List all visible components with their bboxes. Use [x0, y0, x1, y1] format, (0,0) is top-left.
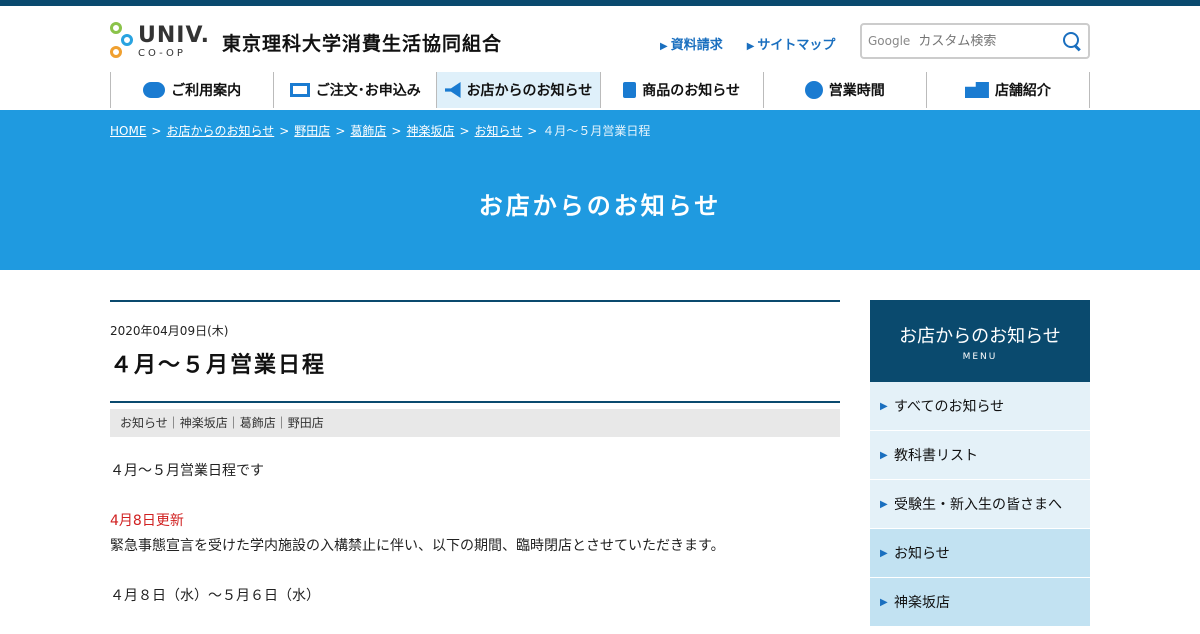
search-icon[interactable]: [1062, 31, 1082, 51]
breadcrumb-news[interactable]: お知らせ: [475, 124, 523, 138]
request-materials-link[interactable]: 資料請求: [660, 34, 723, 53]
breadcrumb-sep: >: [279, 124, 290, 138]
nav-hours[interactable]: 営業時間: [764, 72, 927, 108]
nav-order[interactable]: ご注文･お申込み: [274, 72, 438, 108]
breadcrumb-sep: >: [527, 124, 538, 138]
sidebar-item-news[interactable]: お知らせ: [870, 529, 1090, 578]
sitemap-link[interactable]: サイトマップ: [747, 34, 835, 53]
nav-store-news[interactable]: お店からのお知らせ: [437, 72, 601, 108]
org-name: 東京理科大学消費生活協同組合: [222, 32, 503, 55]
breadcrumb-sep: >: [335, 124, 346, 138]
body-line: [110, 609, 840, 634]
megaphone-icon: [444, 82, 461, 98]
nav-label: 営業時間: [828, 83, 885, 99]
clock-icon: [804, 81, 823, 99]
breadcrumb-store-news[interactable]: お店からのお知らせ: [166, 124, 274, 138]
nav-stores[interactable]: 店舗紹介: [927, 72, 1091, 108]
sidebar-item-kagurazaka[interactable]: 神楽坂店: [870, 578, 1090, 627]
update-notice: 4月8日更新: [110, 513, 184, 529]
breadcrumb-home[interactable]: HOME: [110, 124, 146, 138]
page-hero: HOME > お店からのお知らせ > 野田店 > 葛飾店 > 神楽坂店 > お知らせ >４月〜５月営業…: [0, 110, 1200, 270]
body-line: [110, 559, 840, 584]
body-line: 緊急事態宣言を受けた学内施設の入構禁止に伴い、以下の期間、臨時閉店とさせていただ…: [110, 538, 725, 554]
article: 2020年04月09日(木) ４月〜５月営業日程 お知らせ｜神楽坂店｜葛飾店｜野…: [110, 300, 840, 634]
body-line: ４月〜５月営業日程です: [110, 463, 264, 479]
sidebar-title: お店からのお知らせ: [899, 326, 1061, 347]
divider: [110, 401, 840, 403]
nav-guide[interactable]: ご利用案内: [111, 72, 275, 108]
chat-bubble-icon: [143, 82, 166, 98]
nav-label: 店舗紹介: [994, 83, 1051, 99]
breadcrumb-sep: >: [459, 124, 470, 138]
store-icon: [964, 82, 989, 98]
sidebar: お店からのお知らせ MENU すべてのお知らせ 教科書リスト 受験生・新入生の皆…: [870, 300, 1090, 627]
hero-title: お店からのお知らせ: [478, 192, 722, 220]
post-date: 2020年04月09日(木): [110, 324, 229, 338]
logo-coop: CO-OP: [138, 48, 186, 59]
nav-label: お店からのお知らせ: [466, 83, 593, 99]
logo-univ: UNIV.: [138, 23, 211, 48]
site-search: Google: [860, 23, 1090, 59]
breadcrumb-kagurazaka[interactable]: 神楽坂店: [406, 124, 454, 138]
nav-label: ご注文･お申込み: [315, 83, 421, 99]
body-line: [110, 484, 840, 509]
site-logo[interactable]: UNIV. CO-OP 東京理科大学消費生活協同組合: [110, 22, 502, 62]
divider: [110, 300, 840, 302]
logo-wordmark: UNIV. CO-OP: [138, 25, 210, 59]
coop-logo-icon: [110, 22, 134, 62]
utility-links: 資料請求 サイトマップ: [660, 34, 836, 53]
search-input[interactable]: [918, 33, 1062, 49]
shopping-bag-icon: [623, 82, 637, 98]
nav-product-news[interactable]: 商品のお知らせ: [601, 72, 764, 108]
sidebar-subtitle: MENU: [962, 352, 998, 362]
post-title: ４月〜５月営業日程: [110, 353, 327, 378]
breadcrumb: HOME > お店からのお知らせ > 野田店 > 葛飾店 > 神楽坂店 > お知らせ >４月〜５月営業…: [110, 122, 650, 139]
breadcrumb-current: ４月〜５月営業日程: [542, 124, 651, 138]
sidebar-item-all-news[interactable]: すべてのお知らせ: [870, 382, 1090, 431]
breadcrumb-katsushika[interactable]: 葛飾店: [350, 124, 386, 138]
monitor-icon: [289, 83, 310, 97]
breadcrumb-noda[interactable]: 野田店: [294, 124, 330, 138]
nav-label: ご利用案内: [171, 83, 242, 99]
nav-label: 商品のお知らせ: [642, 83, 740, 99]
google-brand: Google: [868, 34, 911, 48]
sidebar-item-textbook-list[interactable]: 教科書リスト: [870, 431, 1090, 480]
site-header: UNIV. CO-OP 東京理科大学消費生活協同組合 資料請求 サイトマップ G…: [0, 6, 1200, 110]
main-nav: ご利用案内 ご注文･お申込み お店からのお知らせ 商品のお知らせ 営業時間 店舗…: [110, 72, 1091, 108]
post-categories: お知らせ｜神楽坂店｜葛飾店｜野田店: [110, 409, 840, 437]
breadcrumb-sep: >: [391, 124, 402, 138]
sidebar-header: お店からのお知らせ MENU: [870, 300, 1090, 382]
breadcrumb-sep: >: [151, 124, 162, 138]
post-body: ４月〜５月営業日程です 4月8日更新 緊急事態宣言を受けた学内施設の入構禁止に伴…: [110, 459, 840, 634]
body-line: ４月８日（水）〜５月６日（水）: [110, 588, 320, 604]
sidebar-item-new-students[interactable]: 受験生・新入生の皆さまへ: [870, 480, 1090, 529]
